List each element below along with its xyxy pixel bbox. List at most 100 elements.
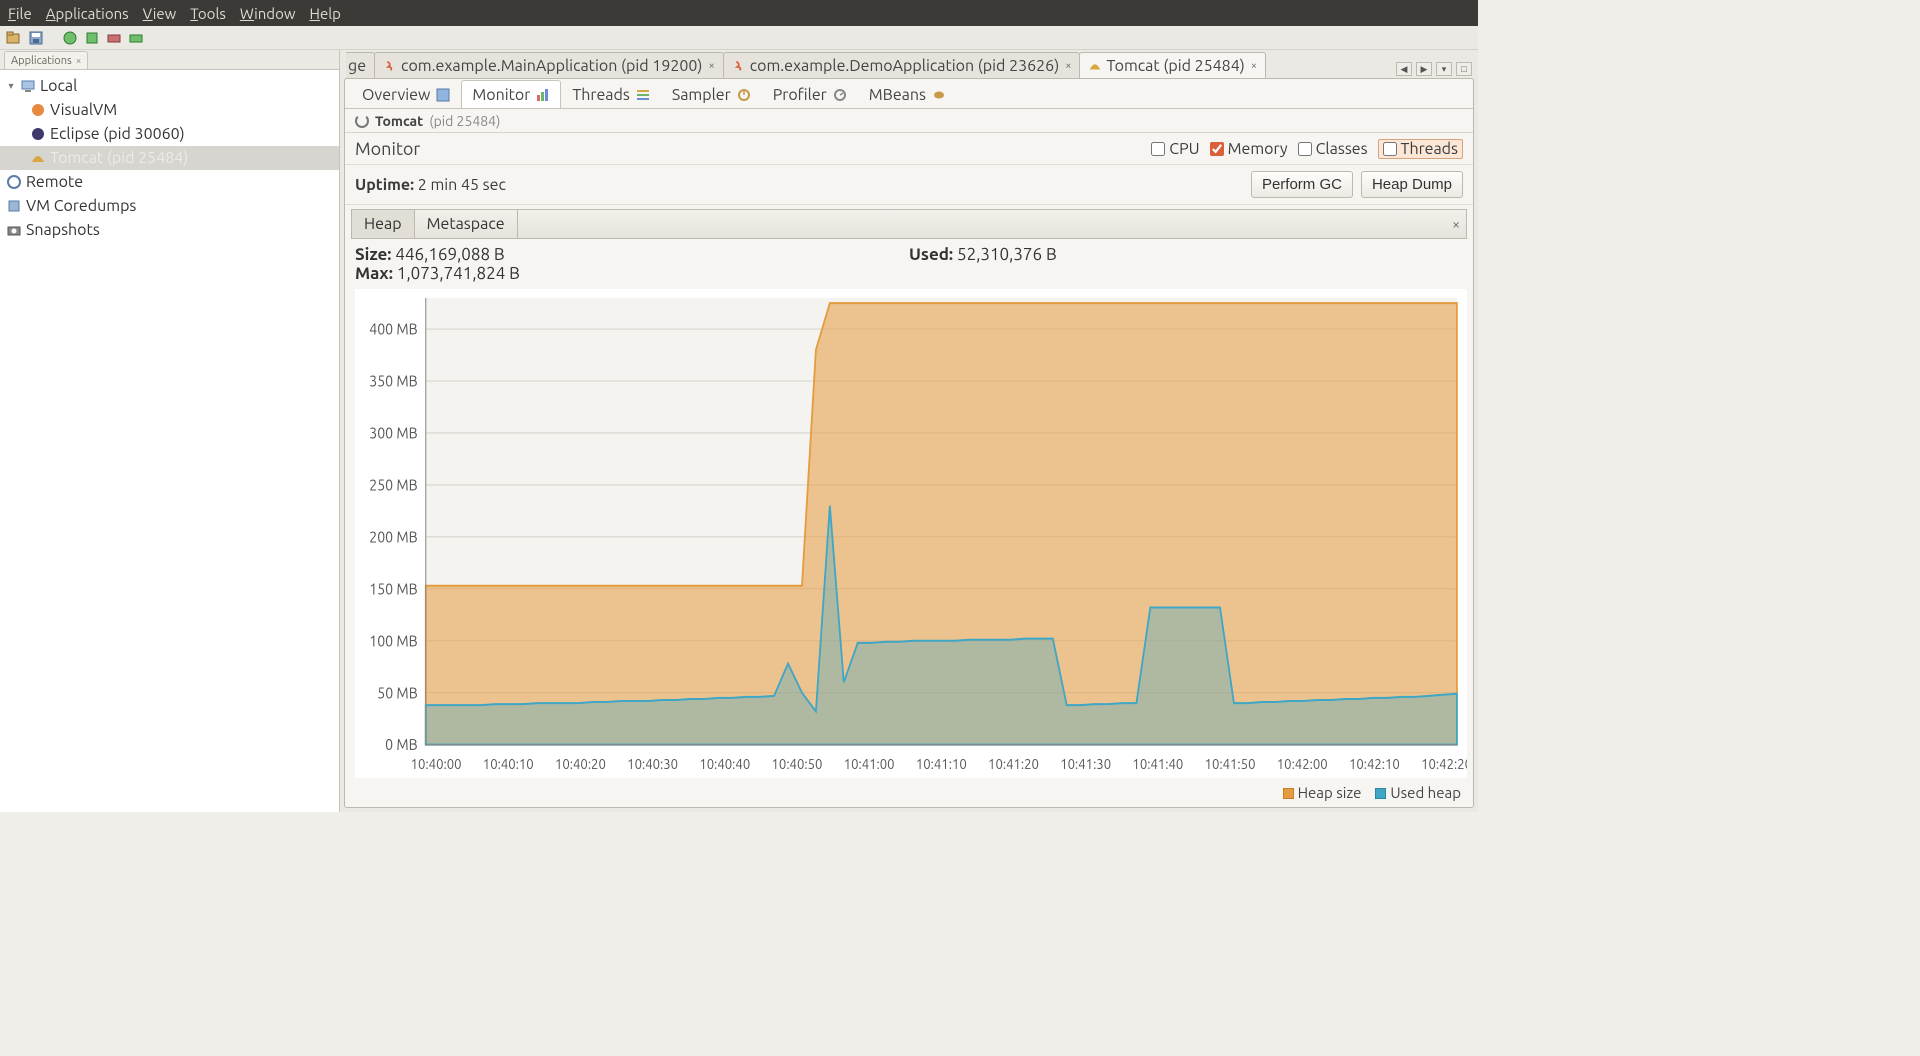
tab-label: Tomcat (pid 25484) (1106, 57, 1244, 75)
tree-label: Tomcat (pid 25484) (50, 149, 188, 167)
svg-text:10:40:00: 10:40:00 (411, 756, 462, 773)
uptime-row: Uptime: 2 min 45 sec Perform GC Heap Dum… (345, 165, 1473, 205)
tab-label: Threads (572, 86, 629, 104)
remote-icon (6, 174, 22, 190)
tab-heap[interactable]: Heap (352, 210, 415, 238)
monitor-icon (536, 88, 550, 102)
coredump-icon (6, 198, 22, 214)
legend-heap-size: Heap size (1283, 784, 1362, 801)
checkbox-cpu[interactable]: CPU (1151, 140, 1199, 158)
uptime-label: Uptime: (355, 176, 414, 194)
tree-label: VisualVM (50, 101, 117, 119)
checkbox-label: Memory (1228, 140, 1288, 158)
checkbox-threads[interactable]: Threads (1378, 139, 1463, 159)
tree-label: Local (40, 77, 77, 95)
menu-file[interactable]: File (8, 5, 32, 22)
toolbar (0, 26, 1478, 50)
checkbox-label: CPU (1169, 140, 1199, 158)
tab-profiler[interactable]: Profiler (762, 80, 858, 108)
tree-node-tomcat[interactable]: Tomcat (pid 25484) (0, 146, 339, 170)
svg-text:300 MB: 300 MB (369, 424, 417, 442)
detail-tabs: Overview Monitor Threads Sampler Profile… (345, 79, 1473, 109)
checkbox-classes[interactable]: Classes (1298, 140, 1368, 158)
tabs-dropdown-button[interactable]: ▾ (1436, 62, 1452, 76)
close-icon[interactable]: × (1065, 60, 1071, 72)
overview-icon (436, 88, 450, 102)
tomcat-icon (30, 150, 46, 166)
sidebar-tab-applications[interactable]: Applications × (4, 51, 88, 69)
svg-text:10:42:10: 10:42:10 (1349, 756, 1400, 773)
scroll-right-button[interactable]: ▶ (1416, 62, 1432, 76)
close-icon[interactable]: × (1251, 60, 1257, 72)
tab-label: com.example.DemoApplication (pid 23626) (750, 57, 1060, 75)
close-icon[interactable]: × (1452, 216, 1460, 232)
loading-icon (355, 114, 369, 128)
uptime-value: 2 min 45 sec (418, 176, 506, 194)
toolbar-icon-4[interactable] (84, 30, 100, 46)
sidebar-tab-label: Applications (11, 55, 72, 67)
save-icon[interactable] (28, 30, 44, 46)
svg-text:10:41:40: 10:41:40 (1132, 756, 1183, 773)
scroll-left-button[interactable]: ◀ (1396, 62, 1412, 76)
tree-node-eclipse[interactable]: Eclipse (pid 30060) (0, 122, 339, 146)
menu-tools[interactable]: Tools (190, 5, 226, 22)
heap-stats: Size: 446,169,088 B Max: 1,073,741,824 B… (345, 239, 1473, 289)
tomcat-icon (1088, 59, 1102, 73)
svg-text:10:41:50: 10:41:50 (1205, 756, 1256, 773)
editor-tab-truncated[interactable]: ge (346, 52, 375, 78)
tab-label: Monitor (472, 86, 530, 104)
tab-sampler[interactable]: Sampler (661, 80, 762, 108)
tree-node-snapshots[interactable]: Snapshots (0, 218, 339, 242)
tab-label: ge (348, 57, 366, 75)
editor-tabs: ge com.example.MainApplication (pid 1920… (340, 50, 1478, 78)
menu-help[interactable]: Help (309, 5, 340, 22)
tab-label: MBeans (869, 86, 926, 104)
tree-node-local[interactable]: ▾Local (0, 74, 339, 98)
close-icon[interactable]: × (708, 60, 714, 72)
open-icon[interactable] (6, 30, 22, 46)
svg-text:250 MB: 250 MB (369, 476, 417, 494)
svg-text:150 MB: 150 MB (369, 580, 417, 598)
close-icon[interactable]: × (76, 55, 82, 66)
editor-tab-main[interactable]: com.example.MainApplication (pid 19200)× (374, 52, 724, 78)
svg-text:10:41:00: 10:41:00 (844, 756, 895, 773)
max-label: Max: (355, 264, 393, 283)
mbeans-icon (932, 88, 946, 102)
heap-dump-button[interactable]: Heap Dump (1361, 171, 1463, 198)
monitor-header: Monitor CPU Memory Classes Threads (345, 133, 1473, 165)
tab-monitor[interactable]: Monitor (461, 80, 561, 108)
snapshot-icon (6, 222, 22, 238)
menu-bar: File Applications View Tools Window Help (0, 0, 1478, 26)
editor-tab-tomcat[interactable]: Tomcat (pid 25484) × (1079, 52, 1266, 78)
tree-node-visualvm[interactable]: VisualVM (0, 98, 339, 122)
editor-tab-demo[interactable]: com.example.DemoApplication (pid 23626) × (723, 52, 1081, 78)
java-icon (383, 59, 397, 73)
toolbar-icon-3[interactable] (62, 30, 78, 46)
maximize-button[interactable]: □ (1456, 62, 1472, 76)
tree-label: Eclipse (pid 30060) (50, 125, 185, 143)
applications-sidebar: Applications × ▾Local VisualVM Eclipse (… (0, 50, 340, 812)
applications-tree[interactable]: ▾Local VisualVM Eclipse (pid 30060) Tomc… (0, 70, 339, 812)
tree-node-remote[interactable]: Remote (0, 170, 339, 194)
max-value: 1,073,741,824 B (397, 264, 520, 283)
svg-text:100 MB: 100 MB (369, 632, 417, 650)
tab-metaspace[interactable]: Metaspace (415, 210, 518, 238)
tree-node-coredumps[interactable]: VM Coredumps (0, 194, 339, 218)
menu-applications[interactable]: Applications (46, 5, 129, 22)
java-icon (732, 59, 746, 73)
menu-window[interactable]: Window (240, 5, 296, 22)
tab-label: Sampler (672, 86, 731, 104)
perform-gc-button[interactable]: Perform GC (1251, 171, 1353, 198)
toolbar-icon-6[interactable] (128, 30, 144, 46)
checkbox-memory[interactable]: Memory (1210, 140, 1288, 158)
svg-text:50 MB: 50 MB (377, 684, 417, 702)
used-value: 52,310,376 B (957, 245, 1057, 264)
heap-chart: 0 MB50 MB100 MB150 MB200 MB250 MB300 MB3… (355, 289, 1467, 778)
toolbar-icon-5[interactable] (106, 30, 122, 46)
tab-threads[interactable]: Threads (561, 80, 660, 108)
svg-text:350 MB: 350 MB (369, 372, 417, 390)
svg-text:10:42:20: 10:42:20 (1421, 756, 1467, 773)
tab-overview[interactable]: Overview (351, 80, 461, 108)
tab-mbeans[interactable]: MBeans (858, 80, 957, 108)
menu-view[interactable]: View (143, 5, 177, 22)
